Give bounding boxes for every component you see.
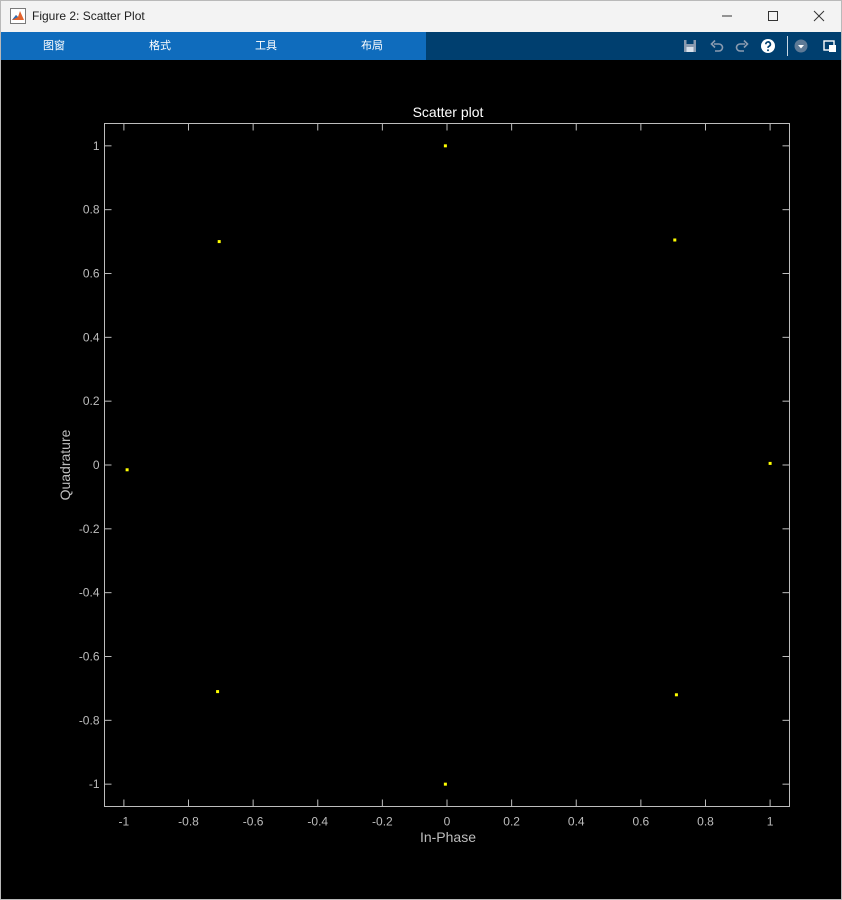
y-tick-label: -0.8: [79, 713, 100, 727]
y-axis-label: Quadrature: [57, 429, 73, 500]
y-tick-label: 0.8: [83, 203, 100, 217]
scatter-point-0: [443, 144, 447, 148]
y-tick-label: -1: [89, 777, 100, 791]
toolstrip-tabs: 图窗 格式 工具 布局: [1, 32, 426, 60]
x-tick-label: 0.6: [633, 815, 650, 829]
scatter-point-3: [125, 468, 129, 472]
figure-window: Figure 2: Scatter Plot 图窗 格式 工具 布局 Scatt…: [0, 0, 842, 900]
y-tick-label: 1: [93, 139, 100, 153]
x-tick-label: 0.8: [697, 815, 714, 829]
x-tick-label: 1: [767, 815, 774, 829]
scatter-point-2: [217, 240, 221, 244]
y-tick-label: -0.2: [79, 522, 100, 536]
y-tick-label: 0.6: [83, 267, 100, 281]
redo-icon[interactable]: [734, 38, 750, 54]
close-button[interactable]: [796, 1, 841, 32]
window-title: Figure 2: Scatter Plot: [32, 9, 145, 23]
minimize-icon: [722, 15, 732, 17]
x-tick-label: 0.4: [568, 815, 585, 829]
minimize-button[interactable]: [704, 1, 750, 32]
matlab-app-icon: [10, 8, 26, 24]
toolstrip-separator: [787, 36, 788, 56]
x-tick-label: -0.2: [372, 815, 393, 829]
x-tick-label: -0.8: [178, 815, 199, 829]
y-tick-label: 0.4: [83, 330, 100, 344]
help-icon[interactable]: [760, 38, 776, 54]
x-tick-label: -1: [119, 815, 130, 829]
title-bar[interactable]: Figure 2: Scatter Plot: [1, 1, 841, 32]
y-tick-label: 0: [93, 458, 100, 472]
dropdown-icon[interactable]: [793, 38, 809, 54]
scatter-chart[interactable]: Scatter plot -1 -0.8 -0.6 -0.4 -0.2 0 0.2 0.4 0.…: [1, 60, 841, 900]
scatter-point-1: [673, 238, 677, 242]
tab-tools[interactable]: 工具: [213, 32, 319, 60]
tab-layout[interactable]: 布局: [319, 32, 425, 60]
save-icon[interactable]: [682, 38, 698, 54]
undo-icon[interactable]: [709, 38, 725, 54]
scatter-point-5: [216, 690, 220, 694]
scatter-point-7: [443, 782, 447, 786]
undock-icon[interactable]: [822, 38, 838, 54]
x-tick-label: 0: [444, 815, 451, 829]
y-tick-label: 0.2: [83, 394, 100, 408]
x-tick-label: -0.4: [307, 815, 328, 829]
figure-toolstrip: 图窗 格式 工具 布局: [1, 32, 841, 60]
plot-area[interactable]: [104, 123, 790, 807]
y-tick-label: -0.6: [79, 649, 100, 663]
tab-format[interactable]: 格式: [107, 32, 213, 60]
x-tick-label: -0.6: [243, 815, 264, 829]
figure-canvas[interactable]: Scatter plot -1 -0.8 -0.6 -0.4 -0.2 0 0.2 0.4 0.…: [1, 60, 841, 900]
scatter-point-6: [674, 693, 678, 697]
x-axis-label: In-Phase: [420, 829, 476, 845]
x-tick-label: 0.2: [503, 815, 520, 829]
maximize-button[interactable]: [750, 1, 796, 32]
close-icon: [813, 10, 825, 22]
scatter-point-4: [768, 461, 772, 465]
chart-title: Scatter plot: [413, 104, 484, 120]
y-tick-label: -0.4: [79, 586, 100, 600]
tab-figure[interactable]: 图窗: [1, 32, 107, 60]
maximize-icon: [768, 11, 778, 21]
